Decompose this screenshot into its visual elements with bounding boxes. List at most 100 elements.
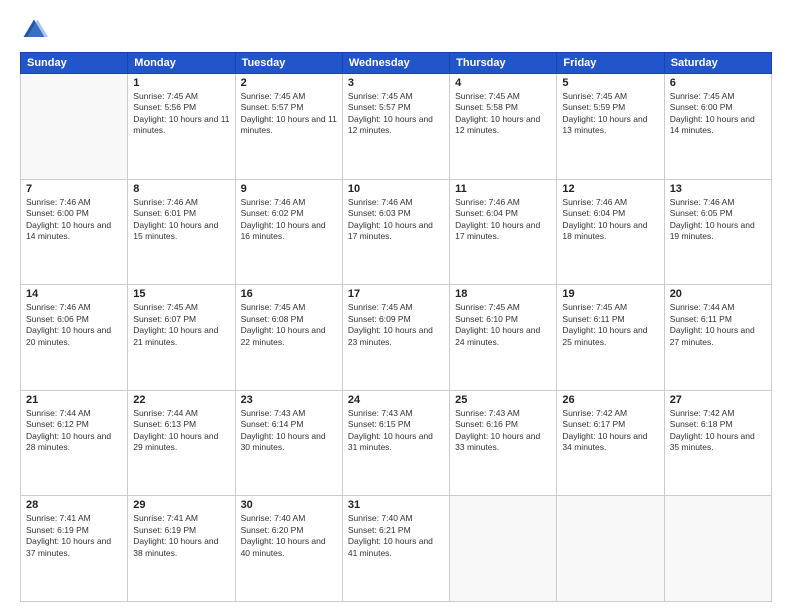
day-number: 28 (26, 499, 122, 511)
cell-info: Sunrise: 7:43 AMSunset: 6:16 PMDaylight:… (455, 408, 551, 454)
calendar-table: SundayMondayTuesdayWednesdayThursdayFrid… (20, 52, 772, 602)
day-cell: 8 Sunrise: 7:46 AMSunset: 6:01 PMDaylight… (128, 179, 235, 285)
day-cell: 11 Sunrise: 7:46 AMSunset: 6:04 PMDayligh… (450, 179, 557, 285)
day-cell (21, 74, 128, 180)
col-header-monday: Monday (128, 53, 235, 74)
cell-info: Sunrise: 7:45 AMSunset: 5:59 PMDaylight:… (562, 91, 658, 137)
col-header-sunday: Sunday (21, 53, 128, 74)
day-cell: 3Sunrise: 7:45 AMSunset: 5:57 PMDaylight… (342, 74, 449, 180)
day-cell: 9Sunrise: 7:46 AMSunset: 6:02 PMDaylight… (235, 179, 342, 285)
cell-info: Sunrise: 7:42 AMSunset: 6:17 PMDaylight:… (562, 408, 658, 454)
day-number: 1 (133, 77, 229, 89)
day-number: 31 (348, 499, 444, 511)
cell-info: Sunrise: 7:45 AMSunset: 6:07 PMDaylight:… (133, 302, 229, 348)
cell-info: Sunrise: 7:46 AMSunset: 6:01 PMDaylight:… (133, 197, 229, 243)
cell-info: Sunrise: 7:42 AMSunset: 6:18 PMDaylight:… (670, 408, 766, 454)
day-cell: 29 Sunrise: 7:41 AMSunset: 6:19 PMDayligh… (128, 496, 235, 602)
day-number: 21 (26, 394, 122, 406)
day-number: 20 (670, 288, 766, 300)
day-number: 4 (455, 77, 551, 89)
day-cell (450, 496, 557, 602)
week-row-1: 1 Sunrise: 7:45 AMSunset: 5:56 PMDaylight… (21, 74, 772, 180)
header (20, 16, 772, 44)
day-number: 30 (241, 499, 337, 511)
day-number: 15 (133, 288, 229, 300)
day-cell: 20 Sunrise: 7:44 AMSunset: 6:11 PMDayligh… (664, 285, 771, 391)
logo (20, 16, 52, 44)
week-row-4: 21 Sunrise: 7:44 AMSunset: 6:12 PMDayligh… (21, 390, 772, 496)
day-number: 19 (562, 288, 658, 300)
cell-info: Sunrise: 7:45 AMSunset: 6:00 PMDaylight:… (670, 91, 766, 137)
day-number: 22 (133, 394, 229, 406)
col-header-saturday: Saturday (664, 53, 771, 74)
day-number: 24 (348, 394, 444, 406)
week-row-2: 7Sunrise: 7:46 AMSunset: 6:00 PMDaylight… (21, 179, 772, 285)
cell-info: Sunrise: 7:45 AMSunset: 5:56 PMDaylight:… (133, 91, 229, 137)
cell-info: Sunrise: 7:41 AMSunset: 6:19 PMDaylight:… (26, 513, 122, 559)
day-cell: 27 Sunrise: 7:42 AMSunset: 6:18 PMDayligh… (664, 390, 771, 496)
day-number: 18 (455, 288, 551, 300)
day-cell: 25Sunrise: 7:43 AMSunset: 6:16 PMDayligh… (450, 390, 557, 496)
day-cell (664, 496, 771, 602)
day-cell: 26 Sunrise: 7:42 AMSunset: 6:17 PMDayligh… (557, 390, 664, 496)
cell-info: Sunrise: 7:45 AMSunset: 6:10 PMDaylight:… (455, 302, 551, 348)
day-number: 29 (133, 499, 229, 511)
col-header-tuesday: Tuesday (235, 53, 342, 74)
day-cell: 12Sunrise: 7:46 AMSunset: 6:04 PMDayligh… (557, 179, 664, 285)
day-cell: 2 Sunrise: 7:45 AMSunset: 5:57 PMDaylight… (235, 74, 342, 180)
cell-info: Sunrise: 7:45 AMSunset: 6:08 PMDaylight:… (241, 302, 337, 348)
cell-info: Sunrise: 7:43 AMSunset: 6:14 PMDaylight:… (241, 408, 337, 454)
week-row-3: 14 Sunrise: 7:46 AMSunset: 6:06 PMDayligh… (21, 285, 772, 391)
day-cell: 10Sunrise: 7:46 AMSunset: 6:03 PMDayligh… (342, 179, 449, 285)
cell-info: Sunrise: 7:40 AMSunset: 6:20 PMDaylight:… (241, 513, 337, 559)
day-number: 23 (241, 394, 337, 406)
col-header-wednesday: Wednesday (342, 53, 449, 74)
cell-info: Sunrise: 7:45 AMSunset: 6:09 PMDaylight:… (348, 302, 444, 348)
cell-info: Sunrise: 7:45 AMSunset: 5:57 PMDaylight:… (348, 91, 444, 137)
day-cell: 28 Sunrise: 7:41 AMSunset: 6:19 PMDayligh… (21, 496, 128, 602)
cell-info: Sunrise: 7:44 AMSunset: 6:12 PMDaylight:… (26, 408, 122, 454)
day-cell: 1 Sunrise: 7:45 AMSunset: 5:56 PMDaylight… (128, 74, 235, 180)
cell-info: Sunrise: 7:46 AMSunset: 6:02 PMDaylight:… (241, 197, 337, 243)
day-cell: 24 Sunrise: 7:43 AMSunset: 6:15 PMDayligh… (342, 390, 449, 496)
cell-info: Sunrise: 7:43 AMSunset: 6:15 PMDaylight:… (348, 408, 444, 454)
day-number: 5 (562, 77, 658, 89)
cell-info: Sunrise: 7:46 AMSunset: 6:05 PMDaylight:… (670, 197, 766, 243)
day-number: 7 (26, 183, 122, 195)
day-cell: 7Sunrise: 7:46 AMSunset: 6:00 PMDaylight… (21, 179, 128, 285)
cell-info: Sunrise: 7:45 AMSunset: 5:58 PMDaylight:… (455, 91, 551, 137)
cell-info: Sunrise: 7:45 AMSunset: 6:11 PMDaylight:… (562, 302, 658, 348)
day-cell: 31 Sunrise: 7:40 AMSunset: 6:21 PMDayligh… (342, 496, 449, 602)
day-cell (557, 496, 664, 602)
logo-icon (20, 16, 48, 44)
page: SundayMondayTuesdayWednesdayThursdayFrid… (0, 0, 792, 612)
day-number: 11 (455, 183, 551, 195)
cell-info: Sunrise: 7:46 AMSunset: 6:06 PMDaylight:… (26, 302, 122, 348)
col-header-thursday: Thursday (450, 53, 557, 74)
day-number: 14 (26, 288, 122, 300)
day-number: 2 (241, 77, 337, 89)
day-number: 13 (670, 183, 766, 195)
col-header-friday: Friday (557, 53, 664, 74)
cell-info: Sunrise: 7:46 AMSunset: 6:04 PMDaylight:… (455, 197, 551, 243)
day-number: 26 (562, 394, 658, 406)
day-number: 8 (133, 183, 229, 195)
cell-info: Sunrise: 7:41 AMSunset: 6:19 PMDaylight:… (133, 513, 229, 559)
day-number: 27 (670, 394, 766, 406)
header-row: SundayMondayTuesdayWednesdayThursdayFrid… (21, 53, 772, 74)
cell-info: Sunrise: 7:45 AMSunset: 5:57 PMDaylight:… (241, 91, 337, 137)
day-cell: 13 Sunrise: 7:46 AMSunset: 6:05 PMDayligh… (664, 179, 771, 285)
day-cell: 16 Sunrise: 7:45 AMSunset: 6:08 PMDayligh… (235, 285, 342, 391)
day-cell: 21 Sunrise: 7:44 AMSunset: 6:12 PMDayligh… (21, 390, 128, 496)
week-row-5: 28 Sunrise: 7:41 AMSunset: 6:19 PMDayligh… (21, 496, 772, 602)
cell-info: Sunrise: 7:40 AMSunset: 6:21 PMDaylight:… (348, 513, 444, 559)
day-cell: 5 Sunrise: 7:45 AMSunset: 5:59 PMDaylight… (557, 74, 664, 180)
day-number: 16 (241, 288, 337, 300)
cell-info: Sunrise: 7:44 AMSunset: 6:13 PMDaylight:… (133, 408, 229, 454)
day-cell: 15 Sunrise: 7:45 AMSunset: 6:07 PMDayligh… (128, 285, 235, 391)
day-cell: 18 Sunrise: 7:45 AMSunset: 6:10 PMDayligh… (450, 285, 557, 391)
cell-info: Sunrise: 7:46 AMSunset: 6:04 PMDaylight:… (562, 197, 658, 243)
cell-info: Sunrise: 7:44 AMSunset: 6:11 PMDaylight:… (670, 302, 766, 348)
day-cell: 30 Sunrise: 7:40 AMSunset: 6:20 PMDayligh… (235, 496, 342, 602)
day-cell: 4 Sunrise: 7:45 AMSunset: 5:58 PMDaylight… (450, 74, 557, 180)
